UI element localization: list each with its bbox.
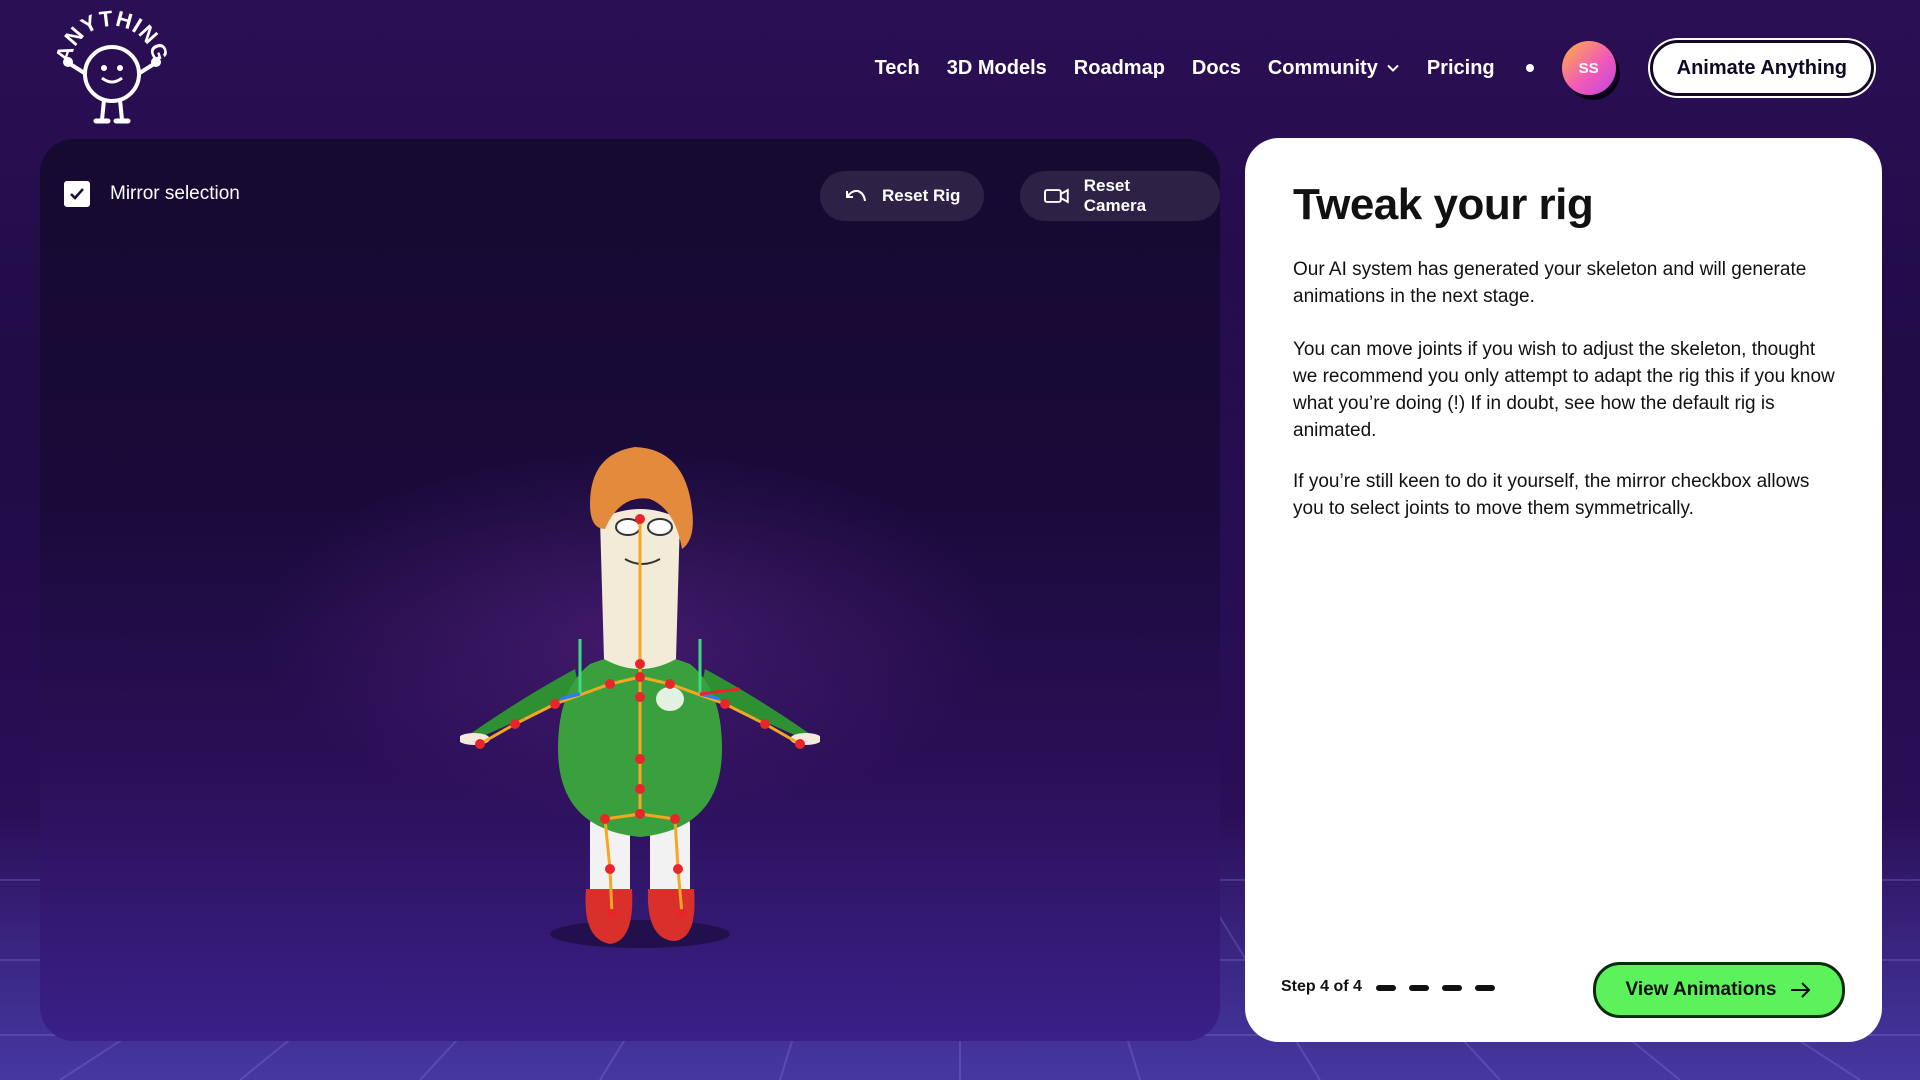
reset-rig-label: Reset Rig <box>882 186 961 205</box>
rig-viewport[interactable]: Mirror selection Reset Rig Reset Camera <box>40 139 1220 1041</box>
mirror-selection-checkbox[interactable]: Mirror selection <box>64 181 240 207</box>
nav-community-label: Community <box>1267 56 1378 79</box>
logo-wordmark: ANYTHING <box>50 6 172 65</box>
instructions-paragraph-1: Our AI system has generated your skeleto… <box>1293 259 1807 307</box>
nav-3d-models[interactable]: 3D Models <box>947 57 1047 80</box>
step-dash <box>1376 985 1396 991</box>
svg-text:ANYTHING: ANYTHING <box>52 8 172 65</box>
step-dash <box>1409 985 1429 991</box>
chevron-down-icon <box>1387 64 1399 72</box>
panel-title: Tweak your rig <box>1293 180 1594 229</box>
undo-icon <box>846 189 866 202</box>
instructions-paragraph-2: You can move joints if you wish to adjus… <box>1293 339 1835 441</box>
nav-tech[interactable]: Tech <box>875 57 920 80</box>
step-progress <box>1376 985 1508 991</box>
animate-anything-button[interactable]: Animate Anything <box>1649 40 1874 96</box>
nav-community[interactable]: Community <box>1268 57 1400 80</box>
video-camera-icon <box>1044 188 1069 204</box>
step-indicator-label: Step 4 of 4 <box>1281 978 1362 995</box>
anything-logo[interactable]: ANYTHING <box>50 6 173 128</box>
reset-camera-label: Reset Camera <box>1083 176 1147 215</box>
view-animations-button[interactable]: View Animations <box>1593 962 1845 1018</box>
step-dash <box>1475 985 1495 991</box>
instructions-panel: Tweak your rig Our AI system has generat… <box>1245 138 1882 1042</box>
rigged-character-model[interactable] <box>460 359 820 959</box>
main-nav: Tech 3D Models Roadmap Docs Community Pr… <box>875 38 1920 98</box>
checkbox-checked-icon[interactable] <box>64 181 90 207</box>
view-animations-label: View Animations <box>1625 979 1777 1000</box>
nav-roadmap[interactable]: Roadmap <box>1074 57 1165 80</box>
reset-camera-button[interactable]: Reset Camera <box>1020 171 1220 221</box>
nav-pricing[interactable]: Pricing <box>1427 57 1495 80</box>
top-navigation: ANYTHING Tech 3D Models Roadmap Docs Com… <box>0 0 1920 135</box>
step-dash <box>1442 985 1462 991</box>
status-dot <box>1525 64 1534 72</box>
mirror-selection-label: Mirror selection <box>110 183 240 204</box>
user-avatar[interactable]: SS <box>1561 41 1616 95</box>
arrow-right-icon <box>1791 982 1811 998</box>
instructions-paragraph-3: If you’re still keen to do it yourself, … <box>1293 471 1810 519</box>
reset-rig-button[interactable]: Reset Rig <box>820 171 985 221</box>
nav-docs[interactable]: Docs <box>1192 57 1241 80</box>
